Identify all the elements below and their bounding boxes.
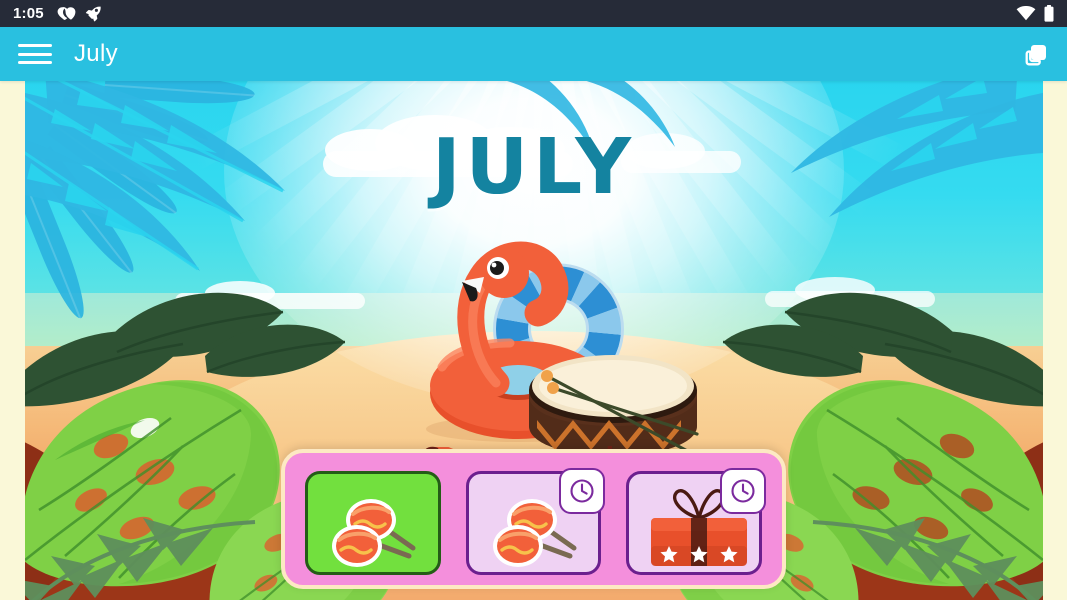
battery-icon [1044, 5, 1054, 22]
status-bar: 1:05 [0, 0, 1067, 27]
daily-reward-panel [281, 449, 786, 589]
app-bar: July [0, 27, 1067, 81]
heart-cloud-icon [57, 6, 76, 21]
clock-icon [720, 468, 767, 514]
status-bar-system-icons [1016, 5, 1054, 22]
july-title-art: JULY [431, 123, 636, 212]
status-bar-time: 1:05 [13, 5, 44, 22]
app-screen: 1:05 July JULY [0, 0, 1067, 600]
wifi-icon [1016, 6, 1036, 21]
page-title: July [74, 40, 118, 67]
hamburger-menu-icon[interactable] [18, 41, 52, 67]
clock-icon [559, 468, 606, 514]
reward-card-3[interactable] [626, 468, 767, 575]
rocket-icon [85, 5, 102, 22]
maracas-icon [327, 496, 419, 574]
multi-window-icon[interactable] [1021, 40, 1050, 69]
status-bar-notification-icons [57, 5, 102, 22]
reward-card-2[interactable] [465, 468, 606, 575]
reward-card-1[interactable] [305, 471, 441, 575]
